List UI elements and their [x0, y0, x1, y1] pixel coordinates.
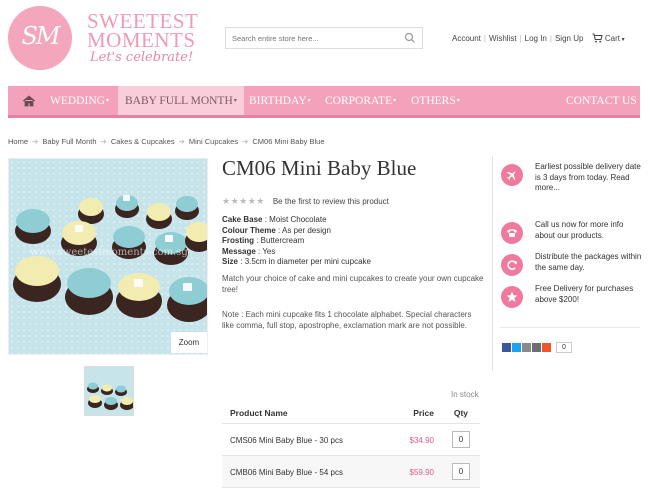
- home-icon[interactable]: [22, 95, 36, 107]
- thumbnail-photo: [85, 367, 133, 415]
- table-row: CMB06 Mini Baby Blue - 54 pcs $59.90: [222, 456, 480, 488]
- feature-text: Call us now for more info about our prod…: [535, 220, 624, 240]
- feature-text: Free Delivery for purchases above $200!: [535, 284, 634, 304]
- more-share-icon[interactable]: [542, 343, 551, 353]
- product-description: Match your choice of cake and mini cupca…: [222, 274, 484, 294]
- option-name: CMB06 Mini Baby Blue - 54 pcs: [230, 468, 343, 477]
- search-box: [225, 27, 423, 49]
- cart-link[interactable]: Cart ▾: [592, 33, 625, 43]
- brand-tagline: Let's celebrate!: [90, 50, 194, 65]
- twitter-icon[interactable]: [512, 343, 521, 353]
- facebook-icon[interactable]: [502, 343, 511, 353]
- header-price: Price: [413, 408, 434, 418]
- feature-delivery: Earliest possible delivery date is 3 day…: [500, 162, 641, 220]
- product-thumbnail[interactable]: [84, 366, 134, 416]
- spec-row: Frosting : Buttercream: [222, 236, 305, 245]
- feature-call: Call us now for more info about our prod…: [500, 220, 640, 252]
- product-note: Note : Each mini cupcake fits 1 chocolat…: [222, 310, 472, 330]
- print-icon[interactable]: [522, 343, 531, 353]
- nav-item-baby-full-month[interactable]: BABY FULL MONTH▾: [118, 86, 244, 115]
- phone-icon: [501, 222, 523, 244]
- share-bar: 0: [502, 342, 572, 354]
- account-link[interactable]: Account: [452, 34, 481, 43]
- breadcrumb-baby-full-month[interactable]: Baby Full Month: [42, 137, 96, 146]
- search-icon[interactable]: [404, 32, 416, 44]
- cart-label: Cart: [604, 34, 621, 43]
- breadcrumb-current: CM06 Mini Baby Blue: [252, 137, 325, 146]
- table-row: CMS06 Mini Baby Blue - 30 pcs $34.90: [222, 424, 480, 456]
- sidebar-separator: [500, 327, 640, 328]
- product-options-table: Product Name Price Qty CMS06 Mini Baby B…: [222, 400, 480, 488]
- logo-monogram: SM: [21, 22, 60, 50]
- signup-link[interactable]: Sign Up: [555, 34, 583, 43]
- feature-distribute: Distribute the packages within the same …: [500, 252, 641, 284]
- rating-row: ★★★★★ Be the first to review this product: [222, 196, 389, 207]
- option-price: $34.90: [409, 436, 434, 445]
- product-specs: Cake Base : Moist Chocolate Colour Theme…: [222, 215, 371, 268]
- refresh-icon: [501, 254, 523, 276]
- nav-item-wedding[interactable]: WEDDING▾: [50, 86, 109, 115]
- feature-free-delivery: Free Delivery for purchases above $200!: [500, 284, 640, 318]
- breadcrumb-cakes-cupcakes[interactable]: Cakes & Cupcakes: [111, 137, 175, 146]
- main-nav: WEDDING▾ BABY FULL MONTH▾ BIRTHDAY▾ CORP…: [8, 86, 640, 118]
- login-link[interactable]: Log In: [525, 34, 547, 43]
- breadcrumb-mini-cupcakes[interactable]: Mini Cupcakes: [189, 137, 238, 146]
- stock-status: In stock: [451, 390, 479, 399]
- header-qty: Qty: [453, 408, 468, 418]
- top-links: Account | Wishlist | Log In | Sign Up Cart ▾: [452, 33, 625, 43]
- rating-stars: ★★★★★: [222, 196, 265, 206]
- breadcrumb-home[interactable]: Home: [8, 137, 28, 146]
- header-product-name: Product Name: [230, 408, 288, 418]
- feature-text: Distribute the packages within the same …: [535, 252, 642, 272]
- nav-item-contact-us[interactable]: CONTACT US: [566, 86, 637, 115]
- spec-row: Message : Yes: [222, 246, 276, 256]
- logo[interactable]: SM: [8, 6, 72, 70]
- qty-input[interactable]: [452, 463, 470, 480]
- nav-item-corporate[interactable]: CORPORATE▾: [325, 86, 396, 115]
- spec-row: Size : 3.5cm in diameter per mini cupcak…: [222, 257, 371, 266]
- nav-item-birthday[interactable]: BIRTHDAY▾: [249, 86, 311, 115]
- search-input[interactable]: [226, 28, 396, 48]
- sidebar-divider: [492, 156, 493, 371]
- qty-input[interactable]: [452, 431, 470, 448]
- wishlist-link[interactable]: Wishlist: [489, 34, 517, 43]
- star-icon: [501, 286, 523, 308]
- zoom-button[interactable]: Zoom: [171, 332, 207, 353]
- option-name: CMS06 Mini Baby Blue - 30 pcs: [230, 436, 343, 445]
- table-header: Product Name Price Qty: [222, 400, 480, 424]
- spec-row: Colour Theme : As per design: [222, 225, 331, 235]
- share-count: 0: [556, 342, 572, 354]
- cart-icon: [592, 33, 603, 43]
- spec-row: Cake Base : Moist Chocolate: [222, 215, 327, 224]
- airplane-icon: [501, 164, 523, 186]
- feature-list: Earliest possible delivery date is 3 day…: [500, 162, 641, 318]
- nav-item-others[interactable]: OTHERS▾: [411, 86, 460, 115]
- option-price: $59.90: [409, 468, 434, 477]
- email-icon[interactable]: [532, 343, 541, 353]
- product-title: CM06 Mini Baby Blue: [222, 156, 417, 180]
- breadcrumb: Home ➔ Baby Full Month ➔ Cakes & Cupcakes ➔ Mi…: [8, 137, 325, 146]
- image-watermark: www.sweetestmoments.com.sg: [30, 247, 188, 258]
- feature-text[interactable]: Earliest possible delivery date is 3 day…: [535, 162, 645, 194]
- review-link[interactable]: Be the first to review this product: [273, 197, 389, 206]
